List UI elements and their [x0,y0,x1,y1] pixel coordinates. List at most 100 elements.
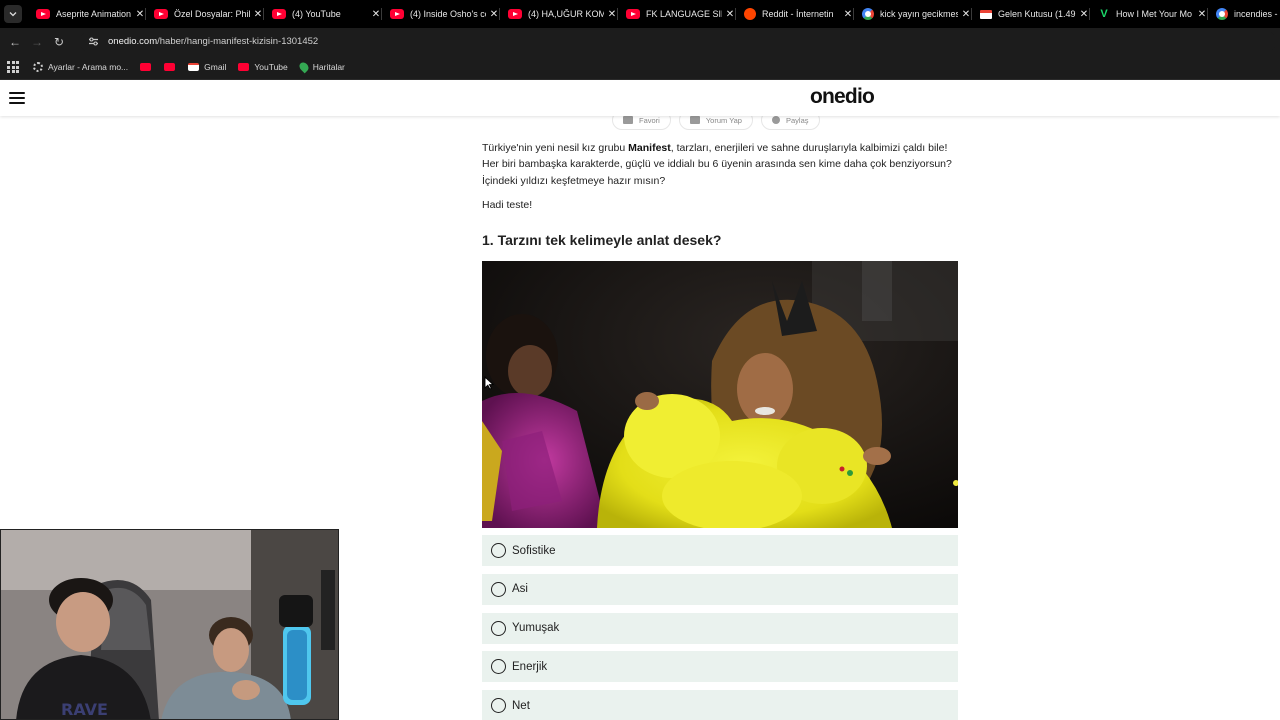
browser-tab[interactable]: Reddit - İnternetin ✕ [736,0,854,28]
forward-arrow-icon: → [31,34,43,49]
svg-text:RAVE: RAVE [61,700,108,719]
radio-button[interactable] [491,659,506,675]
favorite-label: Favori [639,115,660,125]
forward-button[interactable]: → [26,31,48,53]
close-icon[interactable]: ✕ [606,9,618,20]
bookmark-item[interactable]: Ayarlar - Arama mo... [33,62,128,72]
youtube-icon [154,9,168,19]
tab-title: How I Met Your Mo [1116,9,1193,19]
bookmarks-bar: Ayarlar - Arama mo... Gmail YouTube Harital… [0,55,1280,80]
bookmark-label: YouTube [254,62,288,72]
tab-title: Gelen Kutusu (1.49 [998,9,1076,19]
onedio-logo[interactable]: onedio [810,85,875,109]
share-label: Paylaş [785,115,809,125]
answer-option[interactable]: Asi [482,573,958,605]
youtube-icon [390,9,404,19]
apps-grid-icon[interactable] [7,61,19,73]
browser-tab[interactable]: V How I Met Your Mo ✕ [1090,0,1208,28]
site-header: onedio [0,80,1280,116]
browser-tab[interactable]: kick yayın gecikmes ✕ [854,0,972,28]
tab-list: Aseprite Animation ✕ Özel Dosyalar: Phila ✕… [28,0,1280,28]
webcam-overlay: RAVE [0,529,339,720]
back-button[interactable]: ← [4,31,26,53]
browser-tab[interactable]: Aseprite Animation ✕ [28,0,146,28]
youtube-icon [164,63,176,71]
bookmark-label: Ayarlar - Arama mo... [48,62,129,72]
tab-title: Aseprite Animation [56,9,132,19]
answer-option-label: Enerjik [512,660,548,673]
back-arrow-icon: ← [9,34,21,49]
radio-button[interactable] [491,620,506,636]
question-gif-artwork [482,261,958,528]
tab-title: Reddit - İnternetin [762,9,834,19]
radio-button[interactable] [491,698,506,714]
youtube-icon [508,9,522,19]
webcam-feed: RAVE [1,530,338,719]
radio-button[interactable] [491,543,506,558]
tab-strip: Aseprite Animation ✕ Özel Dosyalar: Phila ✕… [0,0,1280,28]
comment-label: Yorum Yap [705,115,742,125]
close-icon[interactable]: ✕ [488,9,500,20]
answer-option[interactable]: Enerjik [482,651,958,683]
chevron-down-icon [9,12,17,17]
tab-title: (4) HA,UĞUR KOMU [528,9,604,19]
question-image [482,261,958,528]
youtube-icon [626,9,640,19]
close-icon[interactable]: ✕ [724,9,736,20]
browser-toolbar: ← → ↻ onedio.com/haber/hangi-manifest-ki… [0,28,1280,55]
browser-tab[interactable]: Özel Dosyalar: Phila ✕ [146,0,264,28]
answer-option[interactable]: Yumuşak [482,612,958,644]
answer-option[interactable]: Net [482,690,958,720]
reload-button[interactable]: ↻ [48,31,70,53]
close-icon[interactable]: ✕ [134,9,146,20]
article-body: Türkiye'nin yeni nesil kız grubu Manifes… [482,140,962,248]
menu-icon[interactable] [9,92,25,104]
tab-title: (4) Inside Osho's co [410,9,486,19]
youtube-icon [272,9,286,19]
google-icon [1216,8,1228,20]
manifest-bold: Manifest [628,142,671,154]
close-icon[interactable]: ✕ [1196,9,1208,20]
tab-title: FK LANGUAGE SIFIR [646,9,722,19]
browser-tab[interactable]: Gelen Kutusu (1.49 ✕ [972,0,1090,28]
bookmark-item[interactable]: Haritalar [297,60,345,74]
answer-option-label: Yumuşak [512,622,560,635]
v-icon: V [1100,8,1108,20]
question-title: 1. Tarzını tek kelimeyle anlat desek? [482,231,722,248]
browser-tab[interactable]: incendies - Go [1208,0,1280,28]
reddit-icon [744,8,756,20]
bookmark-item[interactable] [164,63,180,71]
tab-title: (4) YouTube [292,9,341,19]
bookmark-list: Ayarlar - Arama mo... Gmail YouTube Harital… [33,60,357,74]
gmail-icon [980,9,992,19]
close-icon[interactable]: ✕ [842,9,854,20]
bookmark-label: Haritalar [312,62,345,72]
google-icon [862,8,874,20]
youtube-icon [238,63,250,71]
tab-title: kick yayın gecikmes [880,9,958,19]
tab-title: incendies - Go [1234,9,1280,19]
close-icon[interactable]: ✕ [960,9,972,20]
site-info-icon[interactable] [86,35,100,49]
reload-icon: ↻ [53,34,65,49]
share-icon [771,116,780,124]
answer-option-label: Asi [512,583,528,596]
bookmark-item[interactable] [140,63,156,71]
radio-button[interactable] [491,581,506,597]
address-bar[interactable]: onedio.com/haber/hangi-manifest-kizisin-… [80,31,1276,52]
answer-option[interactable]: Sofistike [482,535,958,566]
close-icon[interactable]: ✕ [252,9,264,20]
bookmark-item[interactable]: YouTube [238,62,288,72]
mouse-cursor-icon [484,376,494,390]
close-icon[interactable]: ✕ [370,9,382,20]
browser-tab[interactable]: (4) Inside Osho's co ✕ [382,0,500,28]
bookmark-label: Gmail [204,62,227,72]
answer-option-label: Net [512,699,530,712]
browser-tab[interactable]: (4) HA,UĞUR KOMU✕ [500,0,618,28]
browser-tab[interactable]: (4) YouTube ✕ [264,0,382,28]
close-icon[interactable]: ✕ [1078,9,1090,20]
intro-paragraph: Türkiye'nin yeni nesil kız grubu Manifes… [482,142,952,187]
tab-search-button[interactable] [4,5,22,23]
browser-tab[interactable]: FK LANGUAGE SIFIR✕ [618,0,736,28]
bookmark-item[interactable]: Gmail [188,62,226,72]
